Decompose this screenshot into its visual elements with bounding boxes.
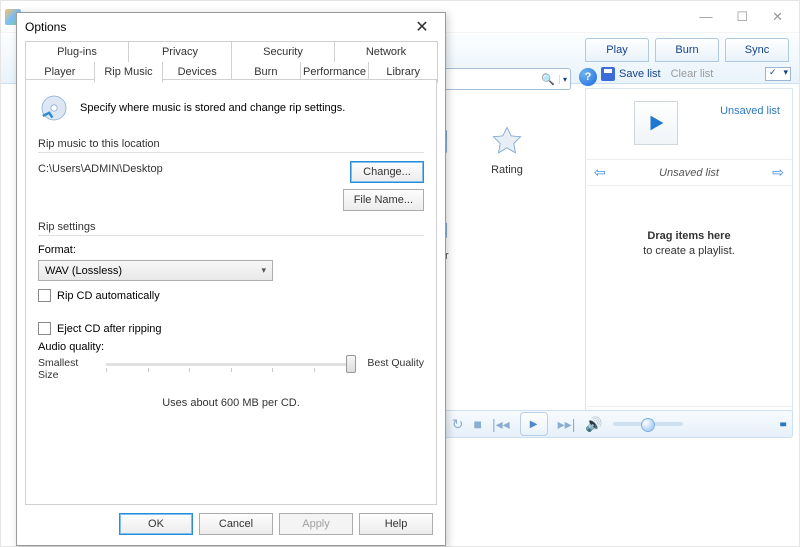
settings-group: Rip settings Format: WAV (Lossless) ▾ Ri… [38,221,424,409]
change-button[interactable]: Change... [350,161,424,183]
tab-burn[interactable]: Burn [655,38,719,62]
prev-track-icon[interactable]: |◂◂ [492,416,510,433]
chevron-down-icon: ▾ [261,265,266,276]
save-list-label: Save list [619,68,661,80]
stop-icon[interactable]: ■ [473,416,481,432]
location-group: Rip music to this location C:\Users\ADMI… [38,138,424,211]
search-input[interactable]: 🔍 ▾ [441,68,571,90]
window-controls: — ☐ ✕ [699,9,795,25]
settings-legend: Rip settings [38,221,424,233]
playlist-toolbar: Save list Clear list [601,64,791,84]
cd-icon [38,92,70,124]
rip-music-panel: Specify where music is stored and change… [25,79,437,505]
volume-slider[interactable] [613,422,683,426]
slider-thumb[interactable] [346,355,356,373]
star-icon [490,124,524,158]
playlist-drop-zone[interactable]: Drag items here to create a playlist. [586,186,792,301]
dialog-buttons: OK Cancel Apply Help [119,513,433,535]
next-track-icon[interactable]: ▸▸| [558,416,576,433]
dialog-tabs: Plug-ins Privacy Security Network Player… [25,41,437,83]
drop-title: Drag items here [598,230,780,242]
play-button[interactable]: ▶ [520,412,548,436]
rip-auto-checkbox[interactable]: Rip CD automatically [38,289,424,302]
rip-path: C:\Users\ADMIN\Desktop [38,161,335,175]
playlist-header: Unsaved list [586,89,792,159]
checkbox-icon [38,289,51,302]
dialog-title: Options [25,20,66,34]
best-label: Best Quality [366,357,424,369]
rating-column[interactable]: Rating [490,124,524,176]
intro-row: Specify where music is stored and change… [38,92,424,124]
tab-sync[interactable]: Sync [725,38,789,62]
clear-list-button[interactable]: Clear list [671,68,714,80]
divider [38,152,424,153]
rip-auto-label: Rip CD automatically [57,290,160,302]
save-list-button[interactable]: Save list [601,67,661,81]
intro-text: Specify where music is stored and change… [80,102,345,114]
smallest-label: Smallest Size [38,357,96,381]
format-select[interactable]: WAV (Lossless) ▾ [38,260,273,281]
playlist-thumb [634,101,678,145]
disk-icon [601,67,615,81]
eject-label: Eject CD after ripping [57,323,162,335]
checkbox-icon [38,322,51,335]
prev-arrow-icon[interactable]: ⇦ [594,164,606,181]
eject-checkbox[interactable]: Eject CD after ripping [38,322,424,335]
help-icon[interactable]: ? [579,68,597,86]
tab-play[interactable]: Play [585,38,649,62]
rating-label: Rating [491,164,523,176]
ok-button[interactable]: OK [119,513,193,535]
playlist-title: Unsaved list [720,105,780,117]
cancel-button[interactable]: Cancel [199,513,273,535]
search-dropdown-icon[interactable]: ▾ [559,75,570,84]
player-controls: ↯ ↻ ■ |◂◂ ▶ ▸▸| 🔊 ▪▪ [421,410,793,438]
apply-button: Apply [279,513,353,535]
switch-view-icon[interactable]: ▪▪ [779,416,784,433]
list-options-menu[interactable] [765,67,791,81]
tab-privacy[interactable]: Privacy [128,41,232,62]
tab-network[interactable]: Network [334,41,438,62]
minimize-button[interactable]: — [699,9,712,25]
next-arrow-icon[interactable]: ⇨ [772,164,784,181]
quality-slider[interactable] [106,363,356,366]
format-label: Format: [38,244,424,256]
tab-rip-music[interactable]: Rip Music [94,62,164,83]
tab-plugins[interactable]: Plug-ins [25,41,129,62]
dialog-titlebar: Options ✕ [17,13,445,41]
drop-sub: to create a playlist. [598,245,780,257]
size-note: Uses about 600 MB per CD. [38,397,424,409]
search-icon: 🔍 [541,73,555,86]
wmp-tabs: Play Burn Sync [585,38,789,62]
play-icon [645,112,667,134]
repeat-icon[interactable]: ↻ [452,416,464,433]
tab-security[interactable]: Security [231,41,335,62]
quality-slider-row: Smallest Size Best Quality [38,357,424,381]
playlist-nav-label: Unsaved list [659,167,719,179]
dialog-close-icon[interactable]: ✕ [407,17,437,37]
help-button[interactable]: Help [359,513,433,535]
audio-quality-label: Audio quality: [38,341,424,353]
divider [38,235,424,236]
close-button[interactable]: ✕ [772,9,783,25]
format-value: WAV (Lossless) [45,265,122,277]
volume-icon[interactable]: 🔊 [585,416,602,433]
options-dialog: Options ✕ Plug-ins Privacy Security Netw… [16,12,446,546]
maximize-button[interactable]: ☐ [736,9,748,25]
playlist-nav: ⇦ Unsaved list ⇨ [586,159,792,186]
file-name-button[interactable]: File Name... [343,189,424,211]
location-legend: Rip music to this location [38,138,424,150]
playlist-panel: Unsaved list ⇦ Unsaved list ⇨ Drag items… [585,88,793,432]
